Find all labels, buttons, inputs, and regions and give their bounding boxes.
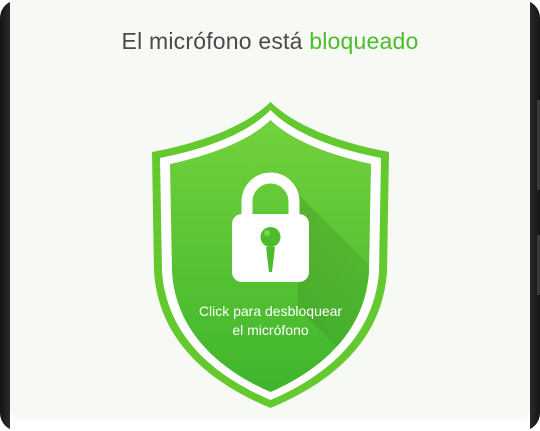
page-title: El micrófono está bloqueado — [0, 28, 540, 55]
unlock-hint[interactable]: Click para desbloquear el micrófono — [150, 302, 391, 340]
device-bezel-right — [530, 0, 540, 431]
shield-icon — [152, 102, 389, 408]
device-frame: El micrófono está bloqueado Click para d… — [0, 0, 540, 431]
title-prefix: El micrófono está — [121, 28, 303, 54]
unlock-shield-button[interactable] — [150, 100, 391, 410]
unlock-hint-line1: Click para desbloquear — [198, 303, 343, 319]
unlock-hint-line2: el micrófono — [232, 322, 309, 338]
title-status: bloqueado — [309, 28, 419, 54]
screen-bottom-edge — [10, 420, 530, 431]
device-bezel-left — [0, 0, 10, 431]
